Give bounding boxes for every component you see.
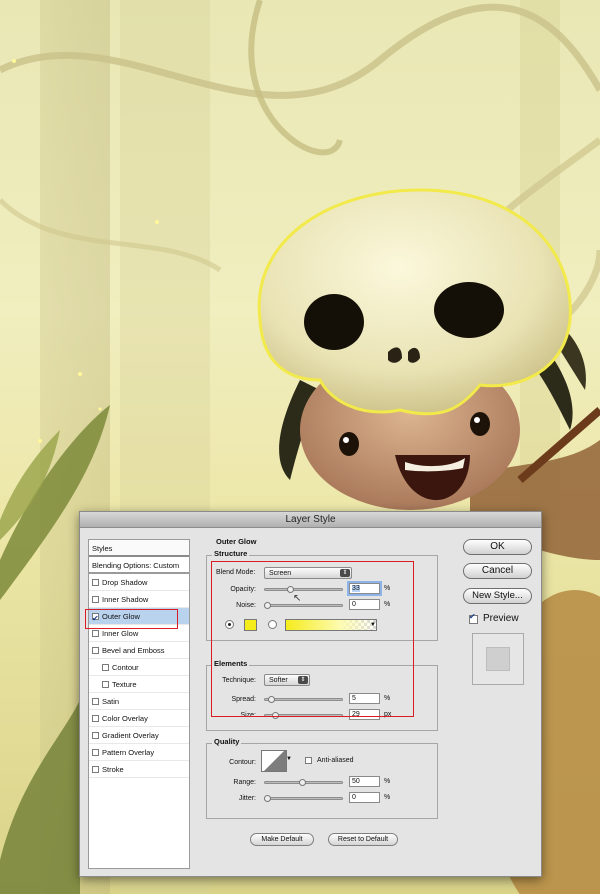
preview-checkbox[interactable] [469, 612, 478, 624]
styles-list: Styles Blending Options: Custom Drop Sha… [88, 539, 190, 869]
style-item-checkbox[interactable] [92, 698, 99, 705]
structure-title: Structure [212, 549, 250, 558]
styles-header[interactable]: Styles [89, 540, 189, 557]
style-item-label: Inner Glow [102, 629, 139, 638]
new-style-button[interactable]: New Style... [463, 588, 532, 604]
style-item-drop-shadow[interactable]: Drop Shadow [89, 574, 189, 591]
contour-label: Contour: [229, 759, 256, 766]
style-item-label: Stroke [102, 765, 124, 774]
style-item-label: Color Overlay [102, 714, 148, 723]
style-item-pattern-overlay[interactable]: Pattern Overlay [89, 744, 189, 761]
dialog-title: Layer Style [80, 512, 541, 528]
style-item-checkbox[interactable] [92, 647, 99, 654]
style-item-checkbox[interactable] [92, 749, 99, 756]
style-item-contour[interactable]: Contour [89, 659, 189, 676]
contour-picker[interactable] [261, 750, 287, 772]
style-item-label: Contour [112, 663, 139, 672]
range-label: Range: [233, 779, 256, 786]
style-preview-thumbnail [472, 633, 524, 685]
outer-glow-highlight-box [85, 609, 178, 629]
settings-highlight-box [211, 561, 414, 717]
preview-label: Preview [483, 613, 519, 624]
style-item-checkbox[interactable] [102, 681, 109, 688]
quality-title: Quality [212, 737, 242, 746]
make-default-button[interactable]: Make Default [250, 833, 314, 846]
style-item-texture[interactable]: Texture [89, 676, 189, 693]
jitter-field[interactable]: 0 [349, 792, 380, 803]
style-item-checkbox[interactable] [92, 766, 99, 773]
range-field[interactable]: 50 [349, 776, 380, 787]
dialog-actions: OK Cancel New Style... Preview [463, 539, 538, 689]
style-item-checkbox[interactable] [92, 579, 99, 586]
style-item-label: Gradient Overlay [102, 731, 159, 740]
style-item-label: Texture [112, 680, 137, 689]
style-item-checkbox[interactable] [102, 664, 109, 671]
style-item-satin[interactable]: Satin [89, 693, 189, 710]
style-item-bevel-and-emboss[interactable]: Bevel and Emboss [89, 642, 189, 659]
ok-button[interactable]: OK [463, 539, 532, 555]
style-item-stroke[interactable]: Stroke [89, 761, 189, 778]
blending-options-item[interactable]: Blending Options: Custom [89, 557, 189, 574]
range-slider[interactable] [264, 779, 343, 786]
jitter-unit: % [384, 794, 391, 801]
style-item-gradient-overlay[interactable]: Gradient Overlay [89, 727, 189, 744]
style-item-checkbox[interactable] [92, 732, 99, 739]
layer-style-dialog: Layer Style Styles Blending Options: Cus… [79, 511, 542, 877]
range-unit: % [384, 778, 391, 785]
style-item-checkbox[interactable] [92, 630, 99, 637]
style-item-checkbox[interactable] [92, 715, 99, 722]
reset-to-default-button[interactable]: Reset to Default [328, 833, 398, 846]
style-item-label: Drop Shadow [102, 578, 148, 587]
jitter-slider[interactable] [264, 795, 343, 802]
anti-aliased-checkbox[interactable] [305, 757, 312, 764]
style-item-label: Pattern Overlay [102, 748, 155, 757]
style-item-label: Bevel and Emboss [102, 646, 165, 655]
cancel-button[interactable]: Cancel [463, 563, 532, 579]
style-item-label: Inner Shadow [102, 595, 149, 604]
anti-aliased-label: Anti-aliased [317, 757, 354, 764]
outer-glow-title: Outer Glow [214, 537, 259, 546]
style-item-label: Satin [102, 697, 120, 706]
jitter-thumb[interactable] [264, 795, 271, 802]
style-item-checkbox[interactable] [92, 596, 99, 603]
contour-dropdown-arrow-icon[interactable]: ▼ [286, 756, 292, 762]
style-item-inner-shadow[interactable]: Inner Shadow [89, 591, 189, 608]
style-item-color-overlay[interactable]: Color Overlay [89, 710, 189, 727]
range-thumb[interactable] [299, 779, 306, 786]
jitter-label: Jitter: [238, 795, 256, 802]
